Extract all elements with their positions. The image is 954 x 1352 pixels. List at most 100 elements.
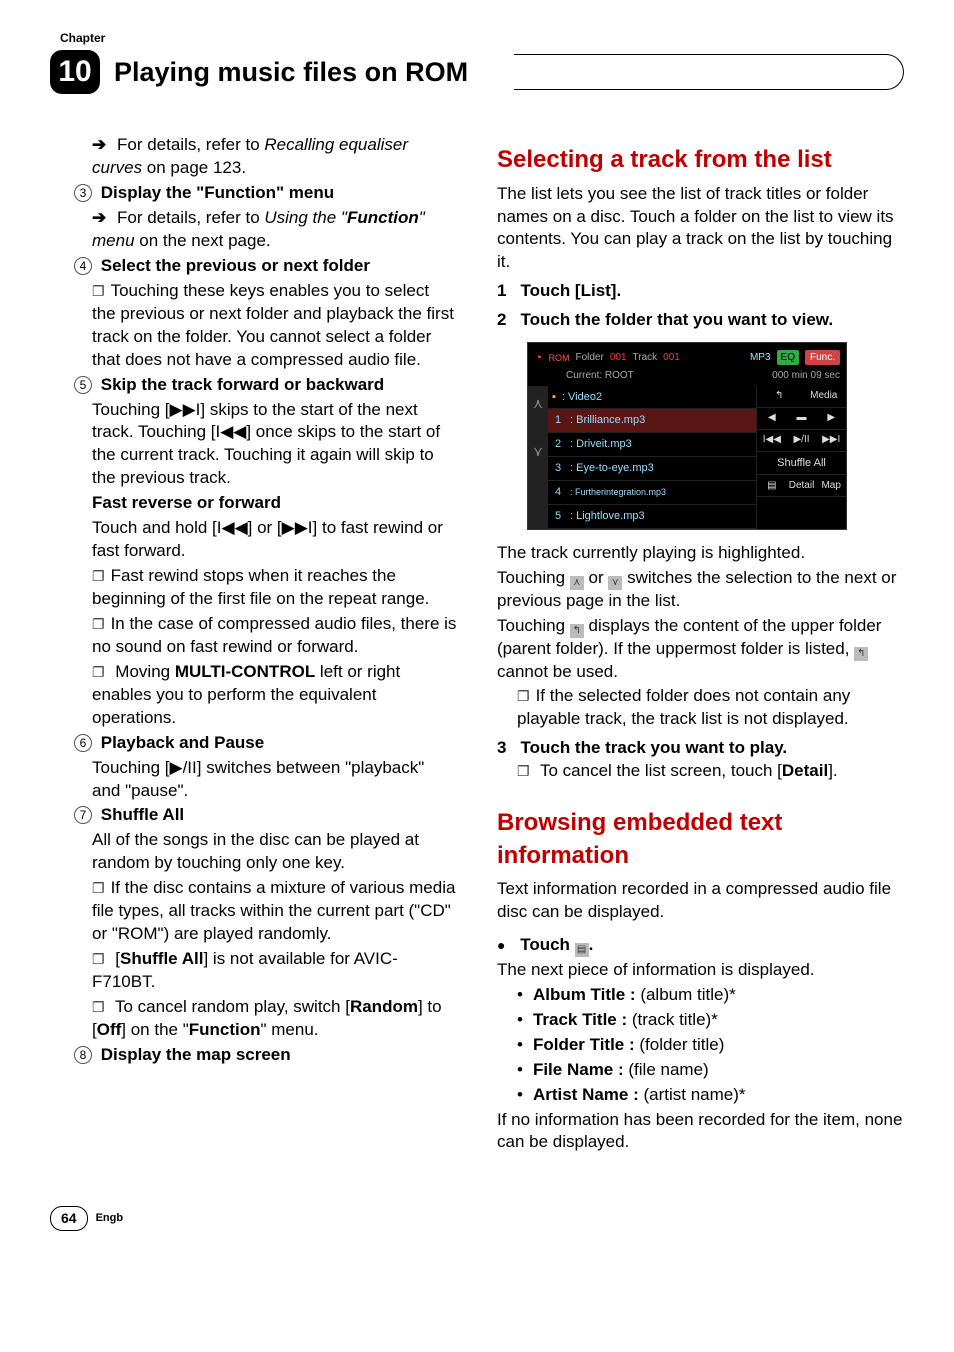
text: ] on the ": [121, 1020, 188, 1039]
item-5-title: Skip the track forward or backward: [101, 375, 384, 394]
file-name: : Driveit.mp3: [570, 437, 752, 452]
step-3-num: 3: [497, 737, 506, 760]
scroll-down-icon[interactable]: ⋎: [533, 442, 543, 461]
shuffle-all-label: Shuffle All: [120, 949, 203, 968]
text: Touching [: [92, 758, 170, 777]
page-number: 64: [50, 1206, 88, 1231]
map-button[interactable]: Map: [816, 479, 846, 493]
folder-icon: ▪: [552, 390, 556, 405]
chapter-header: 10 Playing music files on ROM: [50, 50, 904, 94]
note-multi-control: Moving MULTI-CONTROL left or right enabl…: [50, 661, 457, 730]
item-7-desc-a: All of the songs in the disc can be play…: [50, 829, 457, 875]
file-name: : Lightlove.mp3: [570, 509, 752, 524]
text: on page 123.: [142, 158, 246, 177]
item-6-title: Playback and Pause: [101, 733, 264, 752]
item-5-desc-a: Touching [▶▶I] skips to the start of the…: [50, 399, 457, 491]
header-line: [514, 54, 904, 90]
chapter-number: 10: [50, 50, 100, 94]
file-name: : Eye-to-eye.mp3: [570, 461, 752, 476]
parent-folder-button[interactable]: ↰: [757, 389, 802, 403]
list-item[interactable]: ▪ : Video2: [548, 386, 756, 410]
label: File Name :: [533, 1060, 624, 1079]
multi-control-label: MULTI-CONTROL: [175, 662, 315, 681]
track-index: 4: [552, 485, 564, 500]
text: For details, refer to: [117, 135, 264, 154]
item-num-7: 7: [74, 806, 92, 824]
item-num-3: 3: [74, 184, 92, 202]
list-item[interactable]: 1 : Brilliance.mp3: [548, 409, 756, 433]
browsing-text-intro: Text information recorded in a compresse…: [497, 878, 904, 924]
file-name: : Furtherintegration.mp3: [570, 486, 752, 498]
file-name: : Brilliance.mp3: [570, 413, 752, 428]
value: (file name): [624, 1060, 709, 1079]
function-label: Function: [189, 1020, 261, 1039]
folder-num: 001: [610, 351, 627, 365]
prev-folder-button[interactable]: ◀: [757, 411, 787, 425]
after-shot-2: Touching ⋏ or ⋎ switches the selection t…: [497, 567, 904, 613]
prev-track-button[interactable]: I◀◀: [757, 433, 787, 447]
step-1-num: 1: [497, 280, 506, 303]
label: Track Title :: [533, 1010, 627, 1029]
eq-button[interactable]: EQ: [777, 350, 799, 366]
heading-selecting-track: Selecting a track from the list: [497, 144, 904, 176]
text: Using the: [264, 208, 341, 227]
list-item[interactable]: 2 : Driveit.mp3: [548, 433, 756, 457]
step-1-text: Touch [List].: [520, 280, 904, 303]
label: Folder Title :: [533, 1035, 635, 1054]
touch-info-step: Touch ▤.: [497, 934, 904, 957]
info-button[interactable]: ▤: [757, 479, 787, 493]
list-item[interactable]: 3 : Eye-to-eye.mp3: [548, 457, 756, 481]
note-no-playable-track: If the selected folder does not contain …: [497, 685, 904, 731]
next-track-icon: ▶▶I: [170, 400, 201, 419]
item-4: 4 Select the previous or next folder: [50, 255, 457, 278]
item-num-6: 6: [74, 734, 92, 752]
item-5: 5 Skip the track forward or backward: [50, 374, 457, 397]
play-pause-button[interactable]: ▶/II: [787, 433, 817, 447]
prev-track-icon: I◀◀: [215, 422, 246, 441]
func-button[interactable]: Func.: [805, 350, 840, 366]
note-shuffle-not-available: [Shuffle All] is not available for AVIC-…: [50, 948, 457, 994]
rom-icon: ◔: [534, 348, 542, 367]
selecting-track-intro: The list lets you see the list of track …: [497, 183, 904, 275]
item-8: 8 Display the map screen: [50, 1044, 457, 1067]
step-2: 2 Touch the folder that you want to view…: [497, 309, 904, 332]
note-fast-rewind-stop: Fast rewind stops when it reaches the be…: [50, 565, 457, 611]
next-track-button[interactable]: ▶▶I: [816, 433, 846, 447]
parent-folder-icon: ↰: [854, 647, 868, 661]
value: (album title)*: [636, 985, 736, 1004]
text: To cancel the list screen, touch [: [540, 761, 782, 780]
item-7: 7 Shuffle All: [50, 804, 457, 827]
random-label: Random: [350, 997, 418, 1016]
step-1: 1 Touch [List].: [497, 280, 904, 303]
text: To cancel random play, switch [: [115, 997, 350, 1016]
shuffle-all-button[interactable]: Shuffle All: [757, 452, 846, 476]
next-track-icon: ▶▶I: [282, 518, 313, 537]
next-info-displayed: The next piece of information is display…: [497, 959, 904, 982]
step-2-text: Touch the folder that you want to view.: [520, 309, 904, 332]
chapter-label: Chapter: [60, 30, 904, 46]
page-down-icon: ⋎: [608, 576, 622, 590]
current-path: Current: ROOT: [566, 369, 634, 383]
off-label: Off: [97, 1020, 122, 1039]
detail-button[interactable]: Detail: [787, 479, 817, 493]
track-num: 001: [663, 351, 680, 365]
info-folder-title: Folder Title : (folder title): [497, 1034, 904, 1057]
list-item[interactable]: 5 : Lightlove.mp3: [548, 505, 756, 529]
page-footer: 64 Engb: [50, 1206, 904, 1231]
track-index: 1: [552, 413, 564, 428]
text: " menu.: [261, 1020, 319, 1039]
list-item[interactable]: 4 : Furtherintegration.mp3: [548, 481, 756, 505]
media-button[interactable]: Media: [802, 389, 847, 403]
right-column: Selecting a track from the list The list…: [497, 134, 904, 1156]
scroll-up-icon[interactable]: ⋏: [533, 394, 543, 413]
item-3-title: Display the "Function" menu: [101, 183, 334, 202]
track-index: 5: [552, 509, 564, 524]
track-index: 2: [552, 437, 564, 452]
ref-equaliser: For details, refer to Recalling equalise…: [50, 134, 457, 180]
track-index: 3: [552, 461, 564, 476]
chapter-title: Playing music files on ROM: [114, 54, 514, 90]
text: Touching [: [92, 400, 170, 419]
text: Moving: [115, 662, 175, 681]
next-folder-button[interactable]: ▶: [816, 411, 846, 425]
text: Touch: [520, 935, 574, 954]
